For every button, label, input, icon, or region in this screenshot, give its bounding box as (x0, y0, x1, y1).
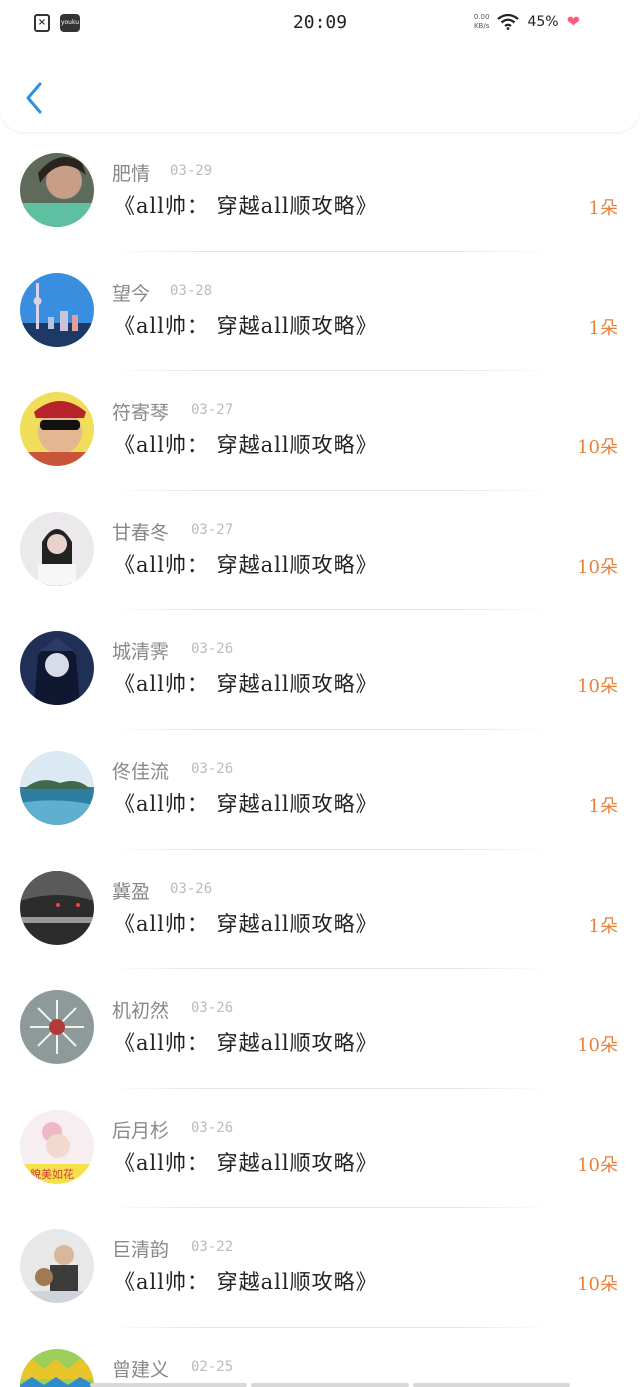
back-button[interactable] (20, 78, 50, 118)
book-title: 《all帅： 穿越all顺攻略》 (114, 433, 378, 458)
flower-count: 10朵 (577, 556, 618, 578)
flower-count: 10朵 (577, 437, 618, 459)
list-item[interactable]: 机初然 03-26 《all帅： 穿越all顺攻略》 10朵 (0, 969, 640, 1089)
book-title: 《all帅： 穿越all顺攻略》 (114, 672, 378, 697)
flower-count: 10朵 (577, 1154, 618, 1176)
flower-count: 10朵 (577, 1274, 618, 1296)
avatar (20, 631, 94, 706)
book-title: 《all帅： 穿越all顺攻略》 (114, 791, 378, 816)
wifi-icon (497, 13, 520, 30)
gift-date: 03-27 (191, 402, 234, 419)
sender-name: 甘春冬 (112, 521, 170, 544)
gift-date: 03-26 (170, 880, 213, 897)
avatar (20, 870, 94, 945)
avatar (20, 272, 94, 347)
gift-record-list: 肥情 03-29 《all帅： 穿越all顺攻略》 1朵 望今 03-28 《a… (0, 132, 640, 1387)
gift-date: 03-28 (170, 282, 213, 299)
avatar (20, 511, 94, 586)
sender-name: 曾建义 (112, 1358, 170, 1381)
svg-text:貌美如花: 貌美如花 (30, 1167, 74, 1181)
sender-name: 佟佳流 (112, 760, 170, 783)
flower-count: 10朵 (577, 1035, 618, 1057)
flower-count: 1朵 (588, 198, 618, 219)
gift-date: 03-29 (170, 163, 213, 179)
list-item[interactable]: 城清霁 03-26 《all帅： 穿越all顺攻略》 10朵 (0, 610, 640, 730)
list-item[interactable]: 曾建义 02-25 (0, 1328, 640, 1387)
avatar (20, 392, 94, 467)
list-item[interactable]: 望今 03-28 《all帅： 穿越all顺攻略》 1朵 (0, 252, 640, 372)
sender-name: 巨清韵 (112, 1239, 170, 1262)
sender-name: 冀盈 (112, 880, 151, 903)
flower-count: 10朵 (577, 676, 618, 698)
bottom-indicator (90, 1383, 570, 1387)
gift-date: 03-22 (191, 1239, 234, 1256)
sim-off-icon: × (34, 14, 50, 32)
book-title: 《all帅： 穿越all顺攻略》 (114, 552, 378, 577)
book-title: 《all帅： 穿越all顺攻略》 (114, 313, 378, 338)
sender-name: 望今 (112, 282, 151, 305)
gift-date: 03-26 (191, 1000, 234, 1017)
book-title: 《all帅： 穿越all顺攻略》 (114, 1031, 378, 1056)
sender-name: 城清霁 (112, 641, 170, 664)
gift-date: 03-27 (191, 521, 234, 538)
flower-count: 1朵 (588, 795, 618, 817)
list-item[interactable]: 冀盈 03-26 《all帅： 穿越all顺攻略》 1朵 (0, 850, 640, 970)
chevron-left-icon (26, 82, 42, 114)
avatar (20, 990, 94, 1065)
status-bar: × youku 20:09 0.00 KB/s 45% ❤ (0, 0, 640, 46)
sender-name: 肥情 (112, 163, 151, 185)
status-time: 20:09 (292, 11, 348, 33)
gift-date: 03-26 (191, 1119, 234, 1136)
gift-date: 02-25 (191, 1358, 234, 1375)
sender-name: 符寄琴 (112, 402, 170, 425)
network-speed: 0.00 KB/s (473, 12, 490, 30)
battery-heart-icon: ❤ (566, 12, 580, 31)
avatar (20, 153, 94, 227)
list-item[interactable]: 肥情 03-29 《all帅： 穿越all顺攻略》 1朵 (0, 132, 640, 252)
book-title: 《all帅： 穿越all顺攻略》 (114, 911, 378, 936)
list-item[interactable]: 符寄琴 03-27 《all帅： 穿越all顺攻略》 10朵 (0, 371, 640, 491)
flower-count: 1朵 (588, 915, 618, 937)
avatar (20, 1229, 94, 1304)
book-title: 《all帅： 穿越all顺攻略》 (114, 1270, 378, 1295)
gift-date: 03-26 (191, 641, 234, 658)
avatar: 貌美如花 (20, 1109, 94, 1184)
book-title: 《all帅： 穿越all顺攻略》 (114, 194, 378, 218)
list-item[interactable]: 貌美如花 后月杉 03-26 《all帅： 穿越all顺攻略》 10朵 (0, 1089, 640, 1209)
avatar (20, 1348, 94, 1387)
sender-name: 后月杉 (112, 1119, 170, 1142)
youku-app-icon: youku (60, 14, 80, 32)
book-title: 《all帅： 穿越all顺攻略》 (114, 1150, 378, 1175)
list-item[interactable]: 巨清韵 03-22 《all帅： 穿越all顺攻略》 10朵 (0, 1208, 640, 1328)
list-item[interactable]: 佟佳流 03-26 《all帅： 穿越all顺攻略》 1朵 (0, 730, 640, 850)
avatar (20, 750, 94, 825)
flower-count: 1朵 (588, 317, 618, 339)
list-item[interactable]: 甘春冬 03-27 《all帅： 穿越all顺攻略》 10朵 (0, 491, 640, 611)
gift-date: 03-26 (191, 760, 234, 777)
sender-name: 机初然 (112, 1000, 170, 1023)
battery-percent: 45% (527, 13, 559, 30)
